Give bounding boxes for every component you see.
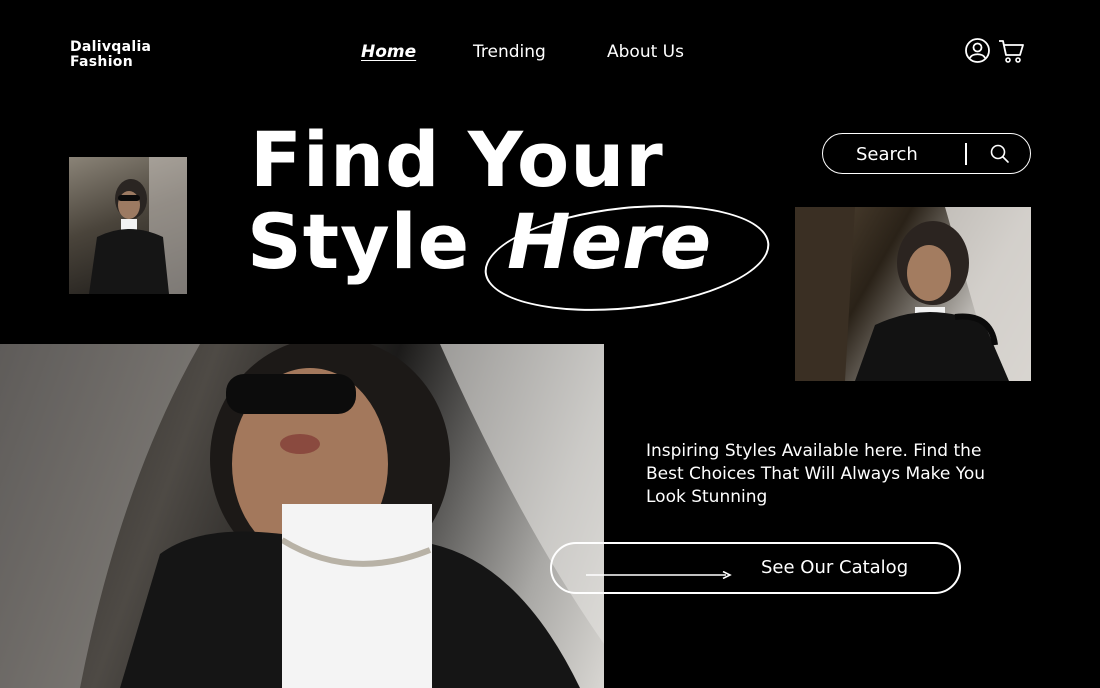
- hero-title-line2: Style: [247, 197, 471, 286]
- model-photo-right: [795, 207, 1031, 381]
- model-photo-small: [69, 157, 187, 294]
- nav-home[interactable]: Home: [361, 42, 416, 62]
- search-placeholder: Search: [856, 144, 918, 165]
- search-icon[interactable]: [989, 143, 1011, 170]
- see-catalog-label: See Our Catalog: [761, 557, 909, 578]
- nav-about-us[interactable]: About Us: [607, 42, 684, 62]
- cart-icon[interactable]: [997, 37, 1025, 65]
- model-photo-hero: [0, 344, 604, 688]
- brand-logo[interactable]: Dalivqalia Fashion: [70, 40, 151, 70]
- hero-title-emphasis: Here: [507, 197, 712, 286]
- user-icon[interactable]: [964, 37, 991, 64]
- search-divider: [965, 143, 967, 165]
- search-input[interactable]: Search: [822, 133, 1031, 174]
- hero-title-line1: Find Your: [250, 115, 664, 204]
- see-catalog-button[interactable]: See Our Catalog: [550, 542, 961, 594]
- brand-name-line2: Fashion: [70, 54, 133, 70]
- tagline-text: Inspiring Styles Available here. Find th…: [646, 441, 986, 507]
- brand-name-line1: Dalivqalia: [70, 39, 152, 55]
- nav-trending[interactable]: Trending: [473, 42, 546, 62]
- arrow-right-icon: [586, 566, 732, 584]
